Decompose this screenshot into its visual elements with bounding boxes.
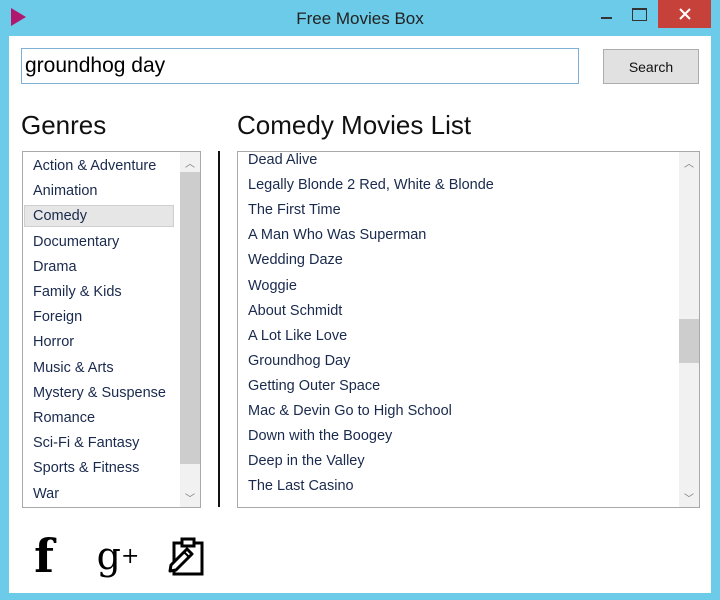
genres-list[interactable]: Action & Adventure Animation Comedy Documen… xyxy=(22,151,201,508)
movie-item[interactable]: Woggie xyxy=(248,278,297,294)
movie-item[interactable]: Down with the Boogey xyxy=(248,428,392,444)
google-plus-icon[interactable]: g + xyxy=(93,531,143,581)
search-button[interactable]: Search xyxy=(603,49,699,84)
scroll-up-icon[interactable]: ︿ xyxy=(180,152,200,172)
genre-item[interactable]: Foreign xyxy=(24,306,174,328)
genre-item[interactable]: Drama xyxy=(24,256,174,278)
movie-item[interactable]: Getting Outer Space xyxy=(248,378,380,394)
movie-item[interactable]: Groundhog Day xyxy=(248,353,350,369)
genre-item[interactable]: Family & Kids xyxy=(24,281,174,303)
movie-item[interactable]: The Last Casino xyxy=(248,478,354,494)
clipboard-edit-icon[interactable] xyxy=(164,531,208,581)
genre-item[interactable]: Action & Adventure xyxy=(24,155,174,177)
movies-list-heading: Comedy Movies List xyxy=(237,110,472,140)
genres-heading: Genres xyxy=(21,110,107,140)
genre-item[interactable]: Music & Arts xyxy=(24,357,174,379)
scroll-down-icon[interactable]: ﹀ xyxy=(180,487,200,507)
search-input[interactable] xyxy=(21,48,579,84)
movie-item[interactable]: The First Time xyxy=(248,202,341,218)
genre-item[interactable]: Sports & Fitness xyxy=(24,457,174,479)
close-icon xyxy=(678,8,691,20)
scroll-up-icon[interactable]: ︿ xyxy=(679,152,699,172)
minimize-button[interactable] xyxy=(591,0,621,28)
movies-scrollbar[interactable]: ︿ ﹀ xyxy=(679,152,699,507)
genre-item[interactable]: Horror xyxy=(24,331,174,353)
panel-divider xyxy=(218,151,220,507)
movies-scroll-thumb[interactable] xyxy=(679,319,699,363)
movie-item[interactable]: About Schmidt xyxy=(248,303,342,319)
movie-item[interactable]: A Man Who Was Superman xyxy=(248,227,426,243)
genre-item[interactable]: Sci-Fi & Fantasy xyxy=(24,432,174,454)
genre-item[interactable]: Animation xyxy=(24,180,174,202)
google-plus-g: g xyxy=(96,534,121,578)
movie-item[interactable]: A Lot Like Love xyxy=(248,328,347,344)
scroll-down-icon[interactable]: ﹀ xyxy=(679,487,699,507)
facebook-icon[interactable]: f xyxy=(29,529,59,583)
genre-item[interactable]: War xyxy=(24,483,174,505)
genre-item[interactable]: Documentary xyxy=(24,231,174,253)
genre-item[interactable]: Mystery & Suspense xyxy=(24,382,174,404)
movie-item[interactable]: Mac & Devin Go to High School xyxy=(248,403,452,419)
genre-item[interactable]: Romance xyxy=(24,407,174,429)
genre-item[interactable]: Comedy xyxy=(24,205,174,228)
title-bar: Free Movies Box xyxy=(0,0,720,36)
movie-item[interactable]: Dead Alive xyxy=(248,152,317,168)
close-button[interactable] xyxy=(658,0,711,28)
movie-item[interactable]: Deep in the Valley xyxy=(248,453,365,469)
genres-scroll-thumb[interactable] xyxy=(180,172,200,464)
genres-scrollbar[interactable]: ︿ ﹀ xyxy=(180,152,200,507)
movie-item[interactable]: Wedding Daze xyxy=(248,252,343,268)
movie-item[interactable]: Legally Blonde 2 Red, White & Blonde xyxy=(248,177,494,193)
maximize-button[interactable] xyxy=(623,0,655,28)
movies-list[interactable]: Dead Alive Legally Blonde 2 Red, White & … xyxy=(237,151,700,508)
google-plus-sign: + xyxy=(120,543,140,569)
main-window: Search Genres Comedy Movies List Action … xyxy=(9,36,711,593)
